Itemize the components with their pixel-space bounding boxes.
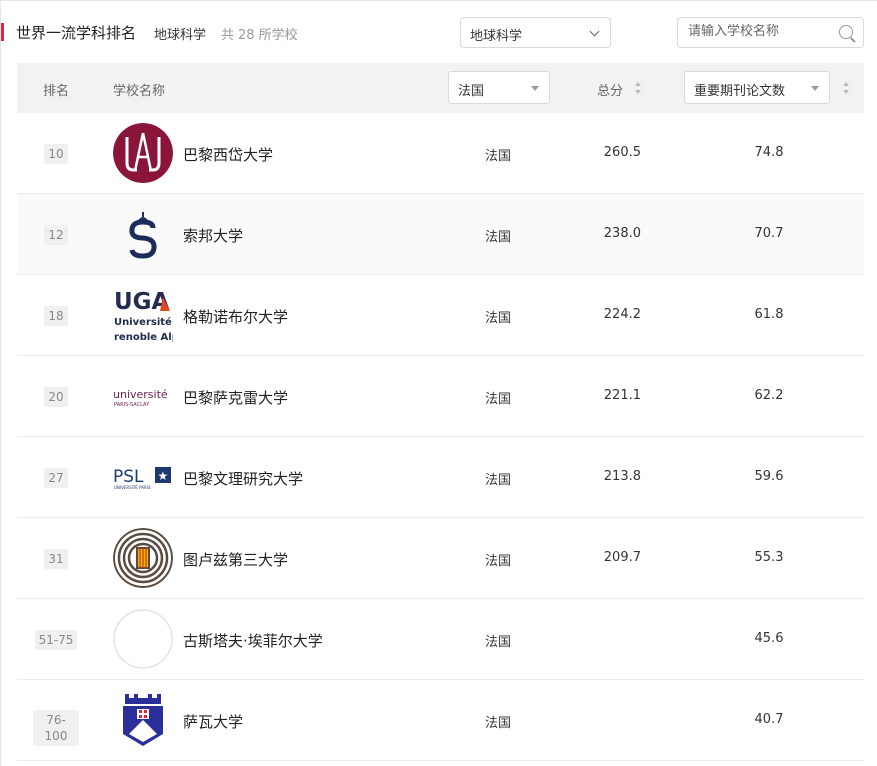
papers-score-cell: 70.7 xyxy=(754,226,784,241)
country-cell: 法国 xyxy=(485,635,512,650)
uga-logo-text: UGA xyxy=(114,289,170,315)
col-total-header[interactable]: 总分 xyxy=(597,80,623,99)
psl-logo-text: PSL xyxy=(113,467,144,487)
psl-logo: PSL ★ UNIVERSITÉ PARIS xyxy=(113,447,173,507)
search-box[interactable] xyxy=(677,17,864,48)
table-row[interactable]: 76-100 萨瓦大学 法国 40.7 xyxy=(17,680,864,761)
country-cell: 法国 xyxy=(485,716,512,731)
saclay-logo-text: PARIS-SACLAY xyxy=(114,402,150,408)
subject-label: 地球科学 xyxy=(154,28,207,43)
country-filter-value: 法国 xyxy=(458,84,485,99)
country-cell: 法国 xyxy=(485,230,512,245)
caret-down-icon xyxy=(531,86,539,91)
table-row[interactable]: 12 索邦大学 法国 238.0 70.7 xyxy=(17,194,864,275)
uga-logo: UGA Université renoble Alp xyxy=(113,285,173,345)
total-score-cell: 224.2 xyxy=(603,307,641,322)
psl-logo-text: UNIVERSITÉ PARIS xyxy=(114,485,151,490)
country-cell: 法国 xyxy=(485,311,512,326)
search-icon[interactable] xyxy=(839,25,853,39)
sort-icon[interactable] xyxy=(843,82,849,94)
savoie-logo xyxy=(113,690,173,750)
school-name[interactable]: 萨瓦大学 xyxy=(183,711,243,732)
page-header: 世界一流学科排名 地球科学 共 28 所学校 地球科学 xyxy=(1,1,877,63)
school-name[interactable]: 巴黎西岱大学 xyxy=(183,144,273,165)
metric-filter-select[interactable]: 重要期刊论文数 xyxy=(684,71,830,104)
total-score-cell: 209.7 xyxy=(603,550,641,565)
rank-badge: 18 xyxy=(33,305,79,326)
table-row[interactable]: 51-75 古斯塔夫·埃菲尔大学 法国 45.6 xyxy=(17,599,864,680)
table-header: 排名 学校名称 法国 总分 重要期刊论文数 xyxy=(17,63,864,113)
country-filter-select[interactable]: 法国 xyxy=(448,71,550,104)
total-score-cell: 213.8 xyxy=(603,469,641,484)
col-rank-header: 排名 xyxy=(43,84,70,99)
rank-badge: 12 xyxy=(33,224,79,245)
uga-logo-text: renoble Alp xyxy=(114,332,173,343)
school-name[interactable]: 格勒诺布尔大学 xyxy=(183,306,288,327)
total-score-cell: 260.5 xyxy=(603,145,641,160)
rank-badge: 27 xyxy=(33,467,79,488)
school-name[interactable]: 图卢兹第三大学 xyxy=(183,549,288,570)
ranking-page: 世界一流学科排名 地球科学 共28所学校 地球科学 排名 学校名称 法国 总分 … xyxy=(0,0,877,766)
country-cell: 法国 xyxy=(485,473,512,488)
table-row[interactable]: 20 université PARIS-SACLAY 巴黎萨克雷大学 法国 22… xyxy=(17,356,864,437)
school-name[interactable]: 巴黎文理研究大学 xyxy=(183,468,303,489)
paris-cite-logo xyxy=(113,123,173,183)
uga-logo-text: Université xyxy=(114,316,172,328)
table-row[interactable]: 27 PSL ★ UNIVERSITÉ PARIS 巴黎文理研究大学 法国 21… xyxy=(17,437,864,518)
sort-icon[interactable] xyxy=(635,82,641,94)
school-count: 共 28 所学校 xyxy=(221,28,298,43)
col-name-header: 学校名称 xyxy=(113,84,166,99)
school-name[interactable]: 古斯塔夫·埃菲尔大学 xyxy=(183,630,323,651)
toulouse-logo xyxy=(113,528,173,588)
papers-score-cell: 40.7 xyxy=(754,712,784,727)
papers-score-cell: 59.6 xyxy=(754,469,784,484)
table-row[interactable]: 31 图卢兹第三大学 法国 209.7 55.3 xyxy=(17,518,864,599)
school-name[interactable]: 巴黎萨克雷大学 xyxy=(183,387,288,408)
subject-select[interactable]: 地球科学 xyxy=(460,17,611,48)
rank-badge: 20 xyxy=(33,386,79,407)
total-score-cell: 238.0 xyxy=(603,226,641,241)
accent-bar xyxy=(1,23,4,41)
search-input[interactable] xyxy=(688,24,828,39)
country-cell: 法国 xyxy=(485,392,512,407)
papers-score-cell: 61.8 xyxy=(754,307,784,322)
blank-logo xyxy=(113,609,173,669)
metric-filter-value: 重要期刊论文数 xyxy=(694,84,786,99)
saclay-logo-text: université xyxy=(113,388,168,401)
rank-badge: 51-75 xyxy=(33,629,79,650)
caret-down-icon xyxy=(811,86,819,91)
papers-score-cell: 45.6 xyxy=(754,631,784,646)
svg-text:★: ★ xyxy=(158,469,169,483)
country-cell: 法国 xyxy=(485,149,512,164)
table-row[interactable]: 10 巴黎西岱大学 法国 260.5 74.8 xyxy=(17,113,864,194)
papers-score-cell: 62.2 xyxy=(754,388,784,403)
school-name[interactable]: 索邦大学 xyxy=(183,225,243,246)
total-score-cell: 221.1 xyxy=(603,388,641,403)
table-row[interactable]: 18 UGA Université renoble Alp 格勒诺布尔大学 法国… xyxy=(17,275,864,356)
rank-badge: 31 xyxy=(33,548,79,569)
rank-badge: 10 xyxy=(33,143,79,164)
chevron-down-icon xyxy=(589,26,600,37)
paris-saclay-logo: université PARIS-SACLAY xyxy=(113,366,173,426)
sorbonne-logo xyxy=(113,204,173,264)
rank-badge: 76-100 xyxy=(33,710,79,746)
ranking-table-body: 10 巴黎西岱大学 法国 260.5 74.8 12 索邦大学 法国 238.0… xyxy=(17,113,864,761)
page-title: 世界一流学科排名 xyxy=(16,24,137,42)
papers-score-cell: 55.3 xyxy=(754,550,784,565)
country-cell: 法国 xyxy=(485,554,512,569)
subject-select-value: 地球科学 xyxy=(470,29,523,44)
papers-score-cell: 74.8 xyxy=(754,145,784,160)
